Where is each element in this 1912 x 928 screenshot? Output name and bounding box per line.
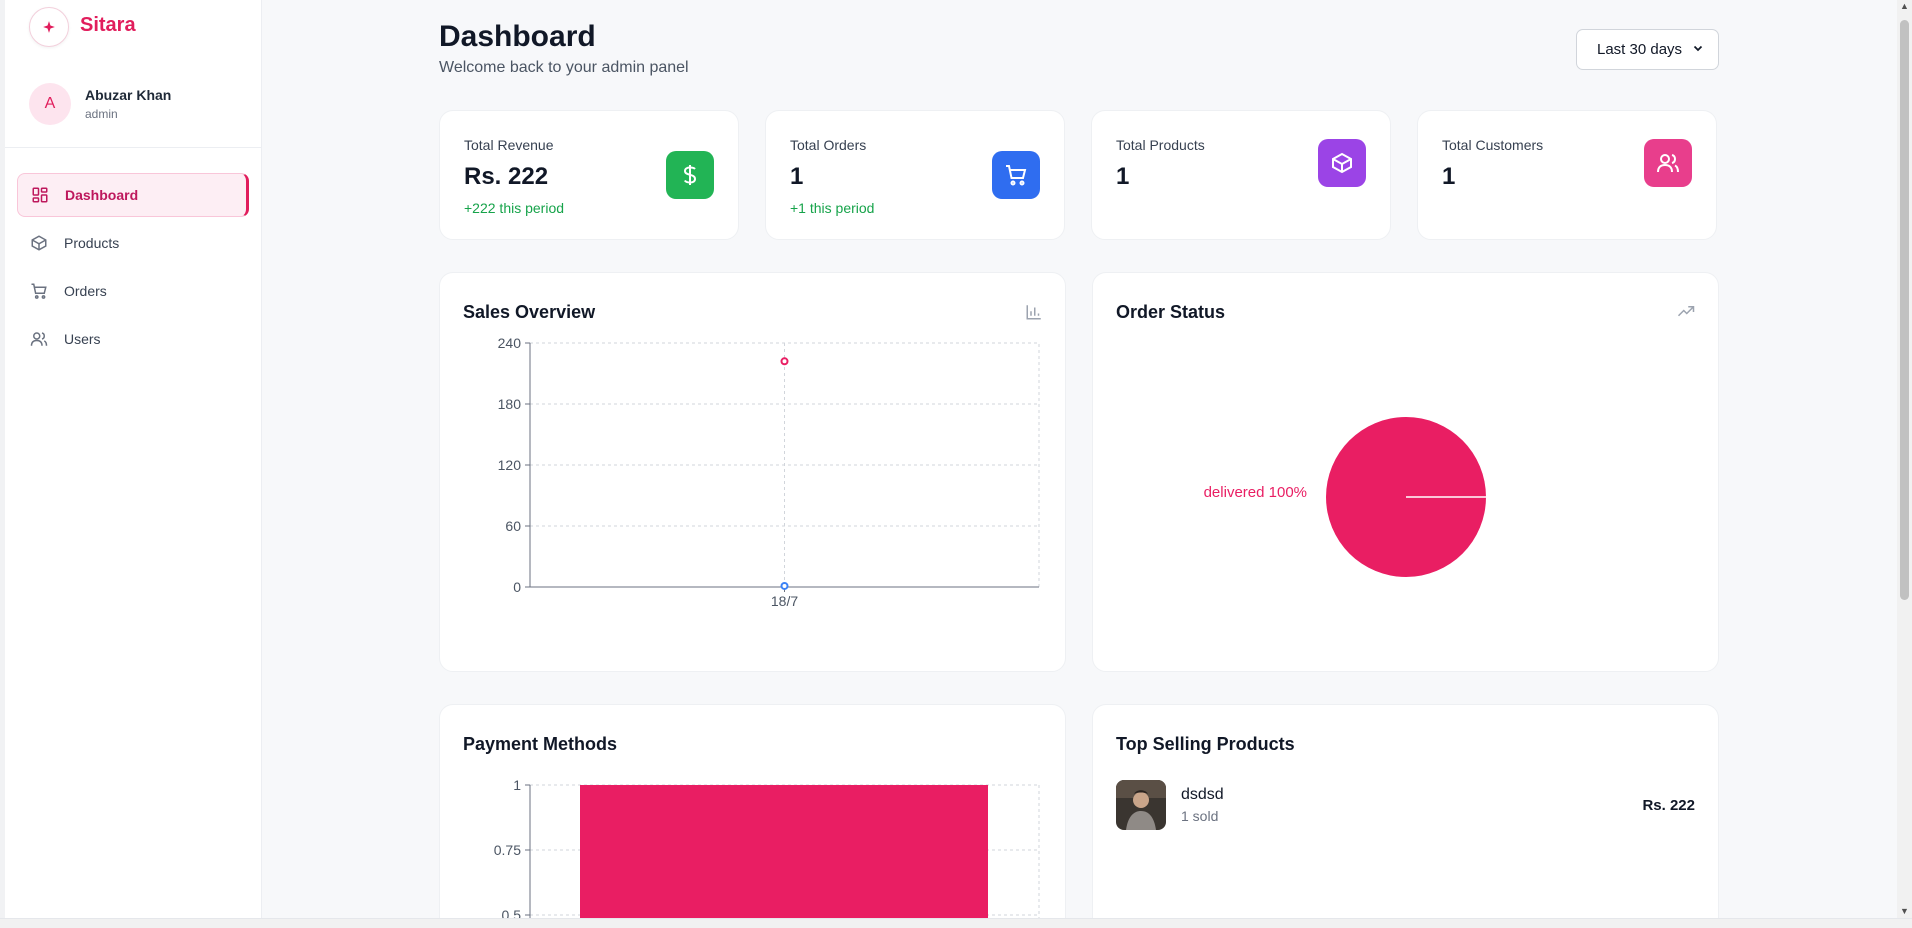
- order-status-panel: Order Status delivered 100%: [1092, 272, 1719, 672]
- charts-row: Sales Overview 240 180 120 60 0 18/7 Order St…: [439, 272, 1719, 672]
- sidebar-item-label: Dashboard: [65, 187, 139, 203]
- stat-card-revenue: Total Revenue Rs. 222 +222 this period: [439, 110, 739, 240]
- x-tick-label: 18/7: [771, 593, 798, 609]
- vertical-scrollbar[interactable]: ▲ ▼: [1897, 0, 1912, 918]
- list-item[interactable]: dsdsd 1 sold Rs. 222: [1116, 780, 1695, 830]
- y-tick-label: 60: [505, 518, 521, 534]
- order-status-pie-chart: delivered 100%: [1204, 417, 1486, 577]
- pie-label: delivered 100%: [1204, 484, 1307, 501]
- product-thumbnail: [1116, 780, 1166, 830]
- brand[interactable]: Sitara: [5, 0, 261, 56]
- product-name: dsdsd: [1181, 786, 1224, 803]
- star-icon: [29, 7, 69, 47]
- panel-title: Top Selling Products: [1116, 734, 1295, 754]
- main-content: Dashboard Welcome back to your admin pan…: [439, 0, 1719, 928]
- sidebar-item-label: Users: [64, 331, 101, 347]
- cart-icon: [992, 151, 1040, 199]
- brand-name: Sitara: [80, 13, 136, 36]
- chevron-down-icon: [1692, 41, 1704, 58]
- stats-row: Total Revenue Rs. 222 +222 this period T…: [439, 110, 1719, 240]
- stat-change: +222 this period: [464, 200, 565, 216]
- stat-card-customers: Total Customers 1: [1417, 110, 1717, 240]
- box-icon: [29, 233, 49, 253]
- y-tick-label: 0.75: [494, 842, 521, 858]
- sidebar-item-label: Orders: [64, 283, 107, 299]
- y-tick-label: 0: [513, 579, 521, 595]
- horizontal-scrollbar[interactable]: [0, 918, 1912, 928]
- sales-line-chart: 240 180 120 60 0 18/7: [498, 335, 1040, 609]
- sidebar-item-users[interactable]: Users: [17, 317, 249, 361]
- user-role: admin: [85, 106, 118, 121]
- users-icon: [1644, 139, 1692, 187]
- box-icon: [1318, 139, 1366, 187]
- top-selling-panel: Top Selling Products dsdsd 1 sold Rs. 22…: [1092, 704, 1719, 928]
- user-profile: A Abuzar Khan admin: [5, 56, 261, 148]
- scrollbar-thumb[interactable]: [1900, 20, 1909, 600]
- y-tick-label: 240: [498, 335, 522, 351]
- payment-bar-chart: 10.750.5: [494, 777, 1040, 928]
- y-tick-label: 180: [498, 396, 522, 412]
- sidebar-nav: Dashboard Products Orders Users: [5, 148, 261, 361]
- user-name: Abuzar Khan: [85, 86, 172, 103]
- dashboard-grid-icon: [30, 185, 50, 205]
- period-select[interactable]: Last 30 days: [1576, 29, 1719, 70]
- sales-overview-panel: Sales Overview 240 180 120 60 0 18/7: [439, 272, 1066, 672]
- product-sold: 1 sold: [1181, 808, 1219, 824]
- cart-icon: [29, 281, 49, 301]
- y-tick-label: 1: [513, 777, 521, 793]
- data-point-series-2: [780, 581, 789, 590]
- y-tick-label: 120: [498, 457, 522, 473]
- data-point-series-1: [780, 357, 789, 366]
- sidebar-item-label: Products: [64, 235, 120, 251]
- scroll-down-arrow[interactable]: ▼: [1900, 907, 1909, 916]
- page-subtitle: Welcome back to your admin panel: [439, 59, 689, 76]
- period-select-value: Last 30 days: [1597, 41, 1683, 58]
- lower-row: Payment Methods 1 0.75 0.5 Top Selling Pro…: [439, 704, 1719, 928]
- avatar: A: [29, 82, 71, 125]
- payment-methods-panel: Payment Methods 1 0.75 0.5: [439, 704, 1066, 928]
- stat-card-products: Total Products 1: [1091, 110, 1391, 240]
- sidebar-item-orders[interactable]: Orders: [17, 269, 249, 313]
- sidebar-item-dashboard[interactable]: Dashboard: [17, 173, 249, 217]
- stat-card-orders: Total Orders 1 +1 this period: [765, 110, 1065, 240]
- page-title: Dashboard: [439, 20, 596, 53]
- bar: [580, 785, 988, 928]
- page-header: Dashboard Welcome back to your admin pan…: [439, 0, 1719, 110]
- sidebar: Sitara A Abuzar Khan admin Dashboard Pro…: [0, 0, 262, 918]
- sidebar-item-products[interactable]: Products: [17, 221, 249, 265]
- stat-change: +1 this period: [790, 200, 875, 216]
- users-icon: [29, 329, 49, 349]
- product-price: Rs. 222: [1642, 796, 1695, 814]
- scroll-up-arrow[interactable]: ▲: [1900, 2, 1909, 11]
- dollar-icon: [666, 151, 714, 199]
